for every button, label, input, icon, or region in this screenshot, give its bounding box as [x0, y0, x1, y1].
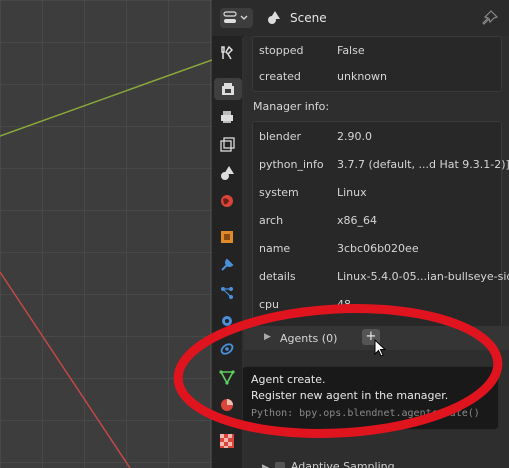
tab-physics[interactable] — [216, 310, 238, 332]
properties-header: Scene — [212, 0, 509, 37]
tab-material[interactable] — [216, 394, 238, 416]
status-box: stopped False created unknown — [252, 36, 502, 92]
tooltip: Agent create. Register new agent in the … — [242, 366, 499, 430]
wrench-icon — [221, 258, 234, 271]
tab-world[interactable] — [216, 190, 238, 212]
tab-modifiers[interactable] — [216, 254, 238, 276]
tooltip-title: Agent create. — [251, 373, 326, 386]
material-icon — [221, 399, 233, 411]
context-label: Scene — [290, 11, 327, 25]
tooltip-description: Register new agent in the manager. — [251, 389, 449, 402]
expand-arrow-icon[interactable]: ▶ — [264, 332, 271, 342]
scene-icon — [221, 166, 234, 180]
object-icon — [221, 231, 233, 243]
view-layer-icon — [220, 137, 235, 152]
manager-info-box: blender 2.90.0 python_info 3.7.7 (defaul… — [252, 121, 509, 333]
3d-viewport[interactable] — [0, 0, 212, 468]
tab-scene[interactable] — [216, 162, 238, 184]
row-value: 2.90.0 — [337, 130, 372, 143]
row-value: 3.7.7 (default, ...d Hat 9.3.1-2)] — [337, 158, 509, 171]
row-key: python_info — [259, 158, 324, 171]
mesh-data-icon — [219, 370, 235, 385]
adaptive-checkbox[interactable] — [274, 462, 285, 468]
texture-icon — [220, 434, 234, 448]
world-icon — [221, 195, 233, 207]
tab-texture[interactable] — [216, 430, 238, 452]
physics-icon — [222, 316, 232, 326]
row-key: details — [259, 270, 296, 283]
tab-view-layer[interactable] — [216, 134, 238, 156]
row-key: created — [259, 70, 301, 83]
scene-icon — [268, 11, 280, 24]
row-key: name — [259, 242, 291, 255]
tab-output[interactable] — [216, 106, 238, 128]
row-value: unknown — [337, 70, 387, 83]
row-value: Linux-5.4.0-05...ian-bullseye-sid — [337, 270, 509, 283]
tab-particles[interactable] — [216, 282, 238, 304]
x-axis-line — [0, 271, 131, 468]
expand-arrow-icon[interactable]: ▶ — [262, 463, 269, 468]
agents-label: Agents (0) — [280, 332, 338, 345]
row-value: x86_64 — [337, 214, 378, 227]
adaptive-sampling-panel[interactable]: ▶ Adaptive Sampling — [262, 460, 395, 468]
output-icon — [221, 111, 233, 123]
row-key: arch — [259, 214, 284, 227]
adaptive-label: Adaptive Sampling — [290, 460, 395, 468]
tab-data[interactable] — [216, 366, 238, 388]
row-value: Linux — [337, 186, 367, 199]
chevron-down-icon — [240, 15, 248, 20]
y-axis-line — [0, 59, 212, 137]
manager-info-title: Manager info: — [253, 100, 330, 113]
pin-icon[interactable] — [482, 10, 498, 26]
row-key: system — [259, 186, 299, 199]
tooltip-python: Python: bpy.ops.blendnet.agentcreate() — [251, 408, 480, 419]
editor-type-button[interactable] — [220, 8, 253, 28]
tab-tool[interactable] — [216, 42, 238, 64]
tab-constraints[interactable] — [216, 338, 238, 360]
row-value: 3cbc06b020ee — [337, 242, 419, 255]
grid-axes — [0, 59, 212, 468]
tool-icon — [221, 45, 234, 60]
row-key: blender — [259, 130, 302, 143]
particles-icon — [221, 287, 233, 299]
tab-object[interactable] — [216, 226, 238, 248]
row-key: cpu — [259, 298, 280, 311]
mouse-cursor-icon — [374, 339, 387, 357]
row-value: 48 — [337, 298, 351, 311]
properties-editor-icon — [223, 11, 248, 23]
tab-render[interactable] — [214, 78, 242, 100]
row-key: stopped — [259, 44, 304, 57]
constraints-icon — [220, 343, 234, 355]
render-icon — [222, 83, 234, 95]
properties-tabs — [212, 36, 242, 468]
row-value: False — [337, 44, 365, 57]
